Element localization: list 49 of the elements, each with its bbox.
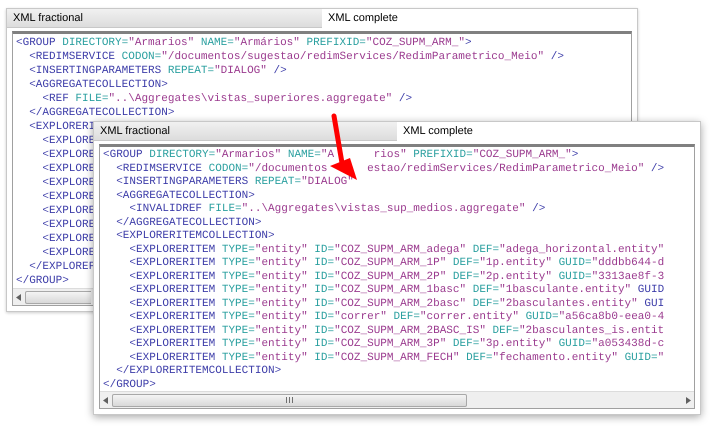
scroll-left-icon[interactable] xyxy=(16,294,21,300)
code-line: <EXPLORERITEM TYPE="entity" ID="COZ_SUPM_ARM_2P" DEF="2p.entity" GUID="3313ae8f-3 xyxy=(128,270,664,284)
code-line: <EXPLORE xyxy=(41,176,96,190)
code-line: <EXPLORERITEM TYPE="entity" ID="COZ_SUPM_ARM_1P" DEF="1p.entity" GUID="dddbb644-d xyxy=(128,257,664,270)
tab[interactable]: XML fractional xyxy=(7,9,322,28)
code-line: </AGGREGATECOLLECTION> xyxy=(115,216,262,230)
code-line: <AGGREGATECOLLECTION> xyxy=(115,190,255,203)
code-line: </GROUP> xyxy=(103,378,156,391)
scrollbar-thumb[interactable] xyxy=(25,290,91,304)
code-line: <EXPLORERITEMCOLLECTION> xyxy=(115,230,275,244)
code-line: <EXPLORE xyxy=(41,134,96,148)
code-line: <INSERTINGPARAMETERS REPEAT="DIALOG" /> xyxy=(28,64,287,78)
tab[interactable]: XML complete xyxy=(322,9,637,28)
code-text: <GROUP DIRECTORY="Armarios" NAME="A xyxy=(103,149,334,162)
tab[interactable]: XML complete xyxy=(397,122,700,141)
code-line: <REDIMSERVICE CODON="/documentos/sugestao/redimServices/RedimParametrico_Meio" /> xyxy=(28,50,564,64)
code-line: <EXPLORE xyxy=(41,246,96,260)
code-line: <EXPLORERITEM TYPE="entity" ID="COZ_SUPM_ARM_2basc" DEF="2basculantes.entity" GUI xyxy=(128,298,664,311)
code-line: <REF FILE="..\Aggregates\vistas_superiores.aggregate" /> xyxy=(41,92,412,106)
scroll-left-icon[interactable] xyxy=(103,396,108,404)
code-line: <EXPLORE xyxy=(41,148,96,162)
code-text: <REDIMSERVICE CODON="/documentos xyxy=(115,162,328,176)
code-line: <INVALIDREF FILE="..\Aggregates\vistas_sup_medios.aggregate" /> xyxy=(128,203,546,216)
code-line: <EXPLORERITEM TYPE="entity" ID="COZ_SUPM_ARM_1basc" DEF="1basculante.entity" GUID xyxy=(128,284,664,298)
code-line: <EXPLORERITEM TYPE="entity" ID="COZ_SUPM_ARM_2BASC_IS" DEF="2basculantes_is.entit xyxy=(128,324,664,338)
code-line: <EXPLORE xyxy=(41,190,96,204)
code-line: <EXPLORE xyxy=(41,218,96,232)
code-line: <EXPLORE xyxy=(41,162,96,176)
code-line: <EXPLORERITEM TYPE="entity" ID="correr" DEF="correr.entity" GUID="a56ca8b0-eea0-4 xyxy=(128,311,664,324)
code-line: <EXPLORERITEM TYPE="entity" ID="COZ_SUPM_ARM_FECH" DEF="fechamento.entity" GUID=" xyxy=(128,352,664,365)
code-text: estao/redimServices/RedimParametrico_Meio" /> xyxy=(367,162,664,176)
code-line: <AGGREGATECOLLECTION> xyxy=(28,78,168,92)
code-line: <EXPLORERITEM TYPE="entity" ID="COZ_SUPM_ARM_3P" DEF="3p.entity" GUID="a053438d-c xyxy=(128,338,664,352)
code-line: </GROUP> xyxy=(16,274,69,288)
tab[interactable]: XML fractional xyxy=(94,122,397,141)
code-text: rios" PREFIXID="COZ_SUPM_ARM_"> xyxy=(374,149,578,162)
grip-icon xyxy=(286,397,293,403)
scroll-right-icon[interactable] xyxy=(686,396,691,404)
scrollbar-thumb[interactable] xyxy=(112,394,467,406)
code-line: <INSERTINGPARAMETERS REPEAT="DIALOG" xyxy=(115,176,354,190)
code-line: <GROUP DIRECTORY="Armarios" NAME="Armários" PREFIXID="COZ_SUPM_ARM_"> xyxy=(16,36,472,50)
code-line: <EXPLORE xyxy=(41,204,96,218)
code-line: <EXPLORERI xyxy=(28,120,96,134)
code-line: </EXPLOREF xyxy=(28,260,96,274)
code-line: <EXPLORE xyxy=(41,232,96,246)
code-line: <EXPLORERITEM TYPE="entity" ID="COZ_SUPM_ARM_adega" DEF="adega_horizontal.entity" xyxy=(128,244,664,257)
horizontal-scrollbar[interactable] xyxy=(100,391,694,408)
code-line: </EXPLORERITEMCOLLECTION> xyxy=(115,365,282,378)
code-line: </AGGREGATECOLLECTION> xyxy=(28,106,174,120)
